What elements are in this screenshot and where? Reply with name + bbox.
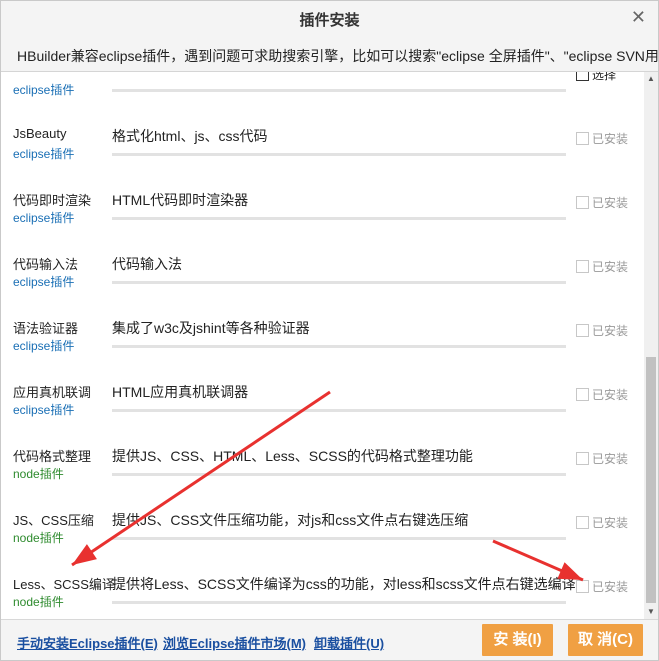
install-button[interactable]: 安 装(I) xyxy=(482,624,553,656)
plugin-type: eclipse插件 xyxy=(13,403,75,417)
row-divider xyxy=(112,217,566,220)
row-divider xyxy=(112,473,566,476)
scroll-up-icon[interactable]: ▲ xyxy=(644,72,658,86)
uninstall-link[interactable]: 卸载插件(U) xyxy=(314,633,384,652)
checkbox-label: 已安装 xyxy=(592,387,629,402)
plugin-list[interactable]: eclipse插件 选择 JsBeauty eclipse插件 格式化html、js、c… xyxy=(1,72,644,619)
plugin-checkbox[interactable]: 已安装 xyxy=(576,578,636,594)
plugin-type: node插件 xyxy=(13,531,64,545)
plugin-name: 语法验证器 xyxy=(13,321,79,336)
plugin-checkbox[interactable]: 已安装 xyxy=(576,130,636,146)
plugin-row: JsBeauty eclipse插件 格式化html、js、css代码 已安装 xyxy=(1,113,644,177)
manual-install-link[interactable]: 手动安装Eclipse插件(E) xyxy=(17,633,158,652)
row-divider xyxy=(112,601,566,604)
row-divider xyxy=(112,345,566,348)
plugin-name: 代码输入法 xyxy=(13,257,79,272)
plugin-description: 提供将Less、SCSS文件编译为css的功能，对less和scss文件点右键选… xyxy=(112,576,576,592)
close-icon[interactable]: ✕ xyxy=(631,7,646,27)
plugin-type: eclipse插件 xyxy=(13,83,75,97)
checkbox-icon[interactable] xyxy=(576,259,589,273)
plugin-row: 代码格式整理 node插件 提供JS、CSS、HTML、Less、SCSS的代码格式… xyxy=(1,433,644,497)
checkbox-icon[interactable] xyxy=(576,131,589,145)
row-divider xyxy=(112,281,566,284)
checkbox-icon[interactable] xyxy=(576,579,589,593)
plugin-row: 语法验证器 eclipse插件 集成了w3c及jshint等各种验证器 已安装 xyxy=(1,305,644,369)
plugin-description: 代码输入法 xyxy=(112,256,182,272)
checkbox-icon[interactable] xyxy=(576,387,589,401)
plugin-row: JS、CSS压缩 node插件 提供JS、CSS文件压缩功能，对js和css文件点右… xyxy=(1,497,644,561)
plugin-checkbox[interactable]: 已安装 xyxy=(576,386,636,402)
plugin-type: node插件 xyxy=(13,595,64,609)
notice-text: HBuilder兼容eclipse插件，遇到问题可求助搜索引擎，比如可以搜索"e… xyxy=(1,41,658,72)
plugin-description: 提供JS、CSS、HTML、Less、SCSS的代码格式整理功能 xyxy=(112,448,473,464)
checkbox-label: 已安装 xyxy=(592,579,629,594)
plugin-type: eclipse插件 xyxy=(13,211,75,225)
plugin-row: 应用真机联调 eclipse插件 HTML应用真机联调器 已安装 xyxy=(1,369,644,433)
plugin-install-dialog: 插件安装 ✕ HBuilder兼容eclipse插件，遇到问题可求助搜索引擎，比… xyxy=(0,0,659,661)
plugin-name: 应用真机联调 xyxy=(13,385,92,400)
plugin-checkbox[interactable]: 选择 xyxy=(576,72,636,82)
checkbox-label: 已安装 xyxy=(592,131,629,146)
checkbox-label: 已安装 xyxy=(592,195,629,210)
row-divider xyxy=(112,89,566,92)
plugin-checkbox[interactable]: 已安装 xyxy=(576,322,636,338)
plugin-row: 代码输入法 eclipse插件 代码输入法 已安装 xyxy=(1,241,644,305)
plugin-name: 代码即时渲染 xyxy=(13,193,92,208)
row-divider xyxy=(112,409,566,412)
dialog-title: 插件安装 xyxy=(299,12,360,29)
plugin-type: eclipse插件 xyxy=(13,147,75,161)
plugin-checkbox[interactable]: 已安装 xyxy=(576,514,636,530)
plugin-type: eclipse插件 xyxy=(13,339,75,353)
footer: 手动安装Eclipse插件(E) 浏览Eclipse插件市场(M) 卸载插件(U… xyxy=(1,619,658,660)
scroll-thumb[interactable] xyxy=(646,357,656,603)
plugin-checkbox[interactable]: 已安装 xyxy=(576,258,636,274)
checkbox-icon[interactable] xyxy=(576,323,589,337)
plugin-name: JsBeauty xyxy=(13,126,67,141)
plugin-row: eclipse插件 选择 xyxy=(1,72,644,113)
plugin-checkbox[interactable]: 已安装 xyxy=(576,194,636,210)
checkbox-label: 已安装 xyxy=(592,451,629,466)
checkbox-icon[interactable] xyxy=(576,515,589,529)
plugin-type: node插件 xyxy=(13,467,64,481)
scrollbar[interactable]: ▲ ▼ xyxy=(644,72,658,619)
plugin-description: HTML应用真机联调器 xyxy=(112,384,249,400)
scroll-down-icon[interactable]: ▼ xyxy=(644,605,658,619)
browse-market-link[interactable]: 浏览Eclipse插件市场(M) xyxy=(163,633,306,652)
row-divider xyxy=(112,153,566,156)
plugin-description: 集成了w3c及jshint等各种验证器 xyxy=(112,320,310,336)
plugin-description: HTML代码即时渲染器 xyxy=(112,192,249,208)
plugin-name: JS、CSS压缩 xyxy=(13,513,94,528)
checkbox-icon[interactable] xyxy=(576,195,589,209)
checkbox-label: 已安装 xyxy=(592,259,629,274)
row-divider xyxy=(112,537,566,540)
plugin-checkbox[interactable]: 已安装 xyxy=(576,450,636,466)
plugin-description: 提供JS、CSS文件压缩功能，对js和css文件点右键选压缩 xyxy=(112,512,469,528)
checkbox-label: 已安装 xyxy=(592,515,629,530)
checkbox-label: 选择 xyxy=(592,72,617,82)
plugin-description: 格式化html、js、css代码 xyxy=(112,128,268,144)
checkbox-icon[interactable] xyxy=(576,451,589,465)
checkbox-icon[interactable] xyxy=(576,72,589,81)
plugin-name: Less、SCSS编译 xyxy=(13,577,115,592)
plugin-name: 代码格式整理 xyxy=(13,449,92,464)
plugin-type: eclipse插件 xyxy=(13,275,75,289)
checkbox-label: 已安装 xyxy=(592,323,629,338)
cancel-button[interactable]: 取 消(C) xyxy=(568,624,643,656)
plugin-row: 代码即时渲染 eclipse插件 HTML代码即时渲染器 已安装 xyxy=(1,177,644,241)
title-bar: 插件安装 ✕ xyxy=(1,1,658,41)
plugin-row: Less、SCSS编译 node插件 提供将Less、SCSS文件编译为css的功能… xyxy=(1,561,644,619)
